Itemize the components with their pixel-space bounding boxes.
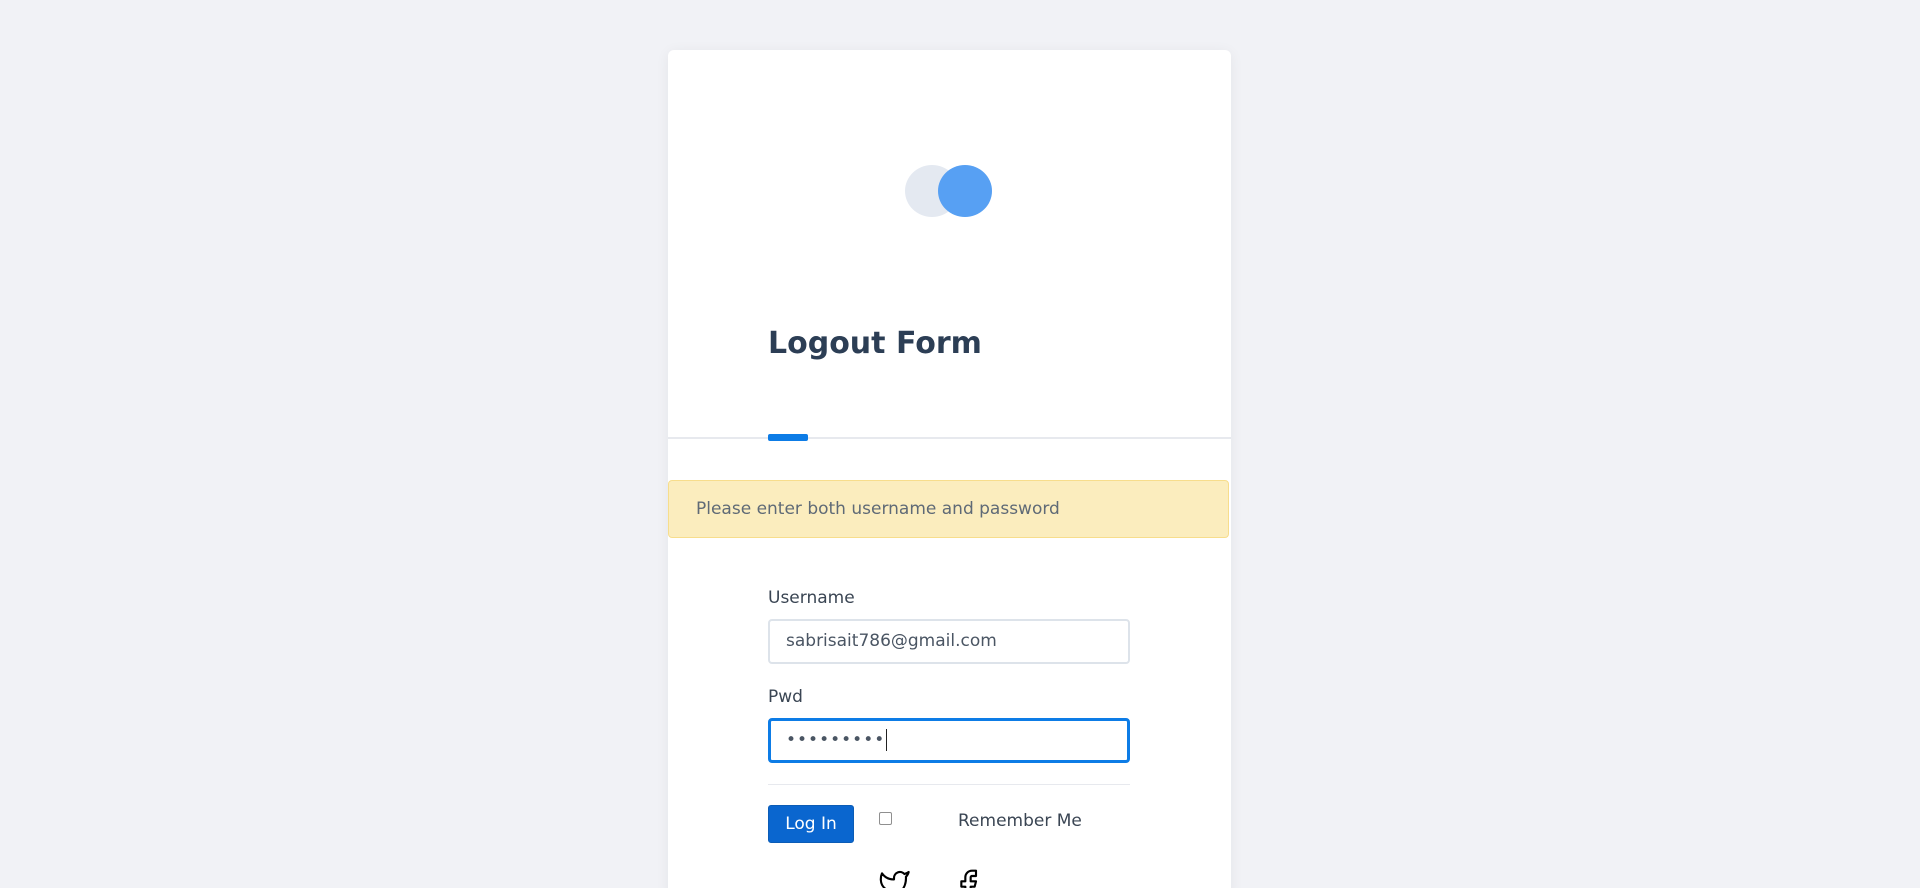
facebook-icon[interactable]	[952, 868, 984, 888]
page: Logout Form Please enter both username a…	[0, 0, 1920, 888]
password-input[interactable]: •••••••••	[768, 718, 1130, 763]
login-button[interactable]: Log In	[768, 805, 854, 843]
title-underline	[768, 434, 808, 441]
form-title: Logout Form	[768, 326, 982, 361]
username-label: Username	[768, 588, 855, 608]
logo	[905, 165, 995, 220]
form-divider	[768, 784, 1130, 785]
login-card: Logout Form Please enter both username a…	[668, 50, 1231, 888]
twitter-icon[interactable]	[878, 868, 910, 888]
remember-me-checkbox[interactable]	[879, 812, 892, 825]
text-caret	[886, 729, 888, 751]
password-label: Pwd	[768, 687, 803, 707]
username-value: sabrisait786@gmail.com	[786, 631, 997, 651]
password-value: •••••••••	[786, 730, 886, 750]
warning-alert: Please enter both username and password	[668, 480, 1229, 538]
username-input[interactable]: sabrisait786@gmail.com	[768, 619, 1130, 664]
header-divider	[668, 437, 1231, 439]
logo-circle-blue	[938, 165, 992, 217]
remember-me-label: Remember Me	[958, 811, 1082, 831]
